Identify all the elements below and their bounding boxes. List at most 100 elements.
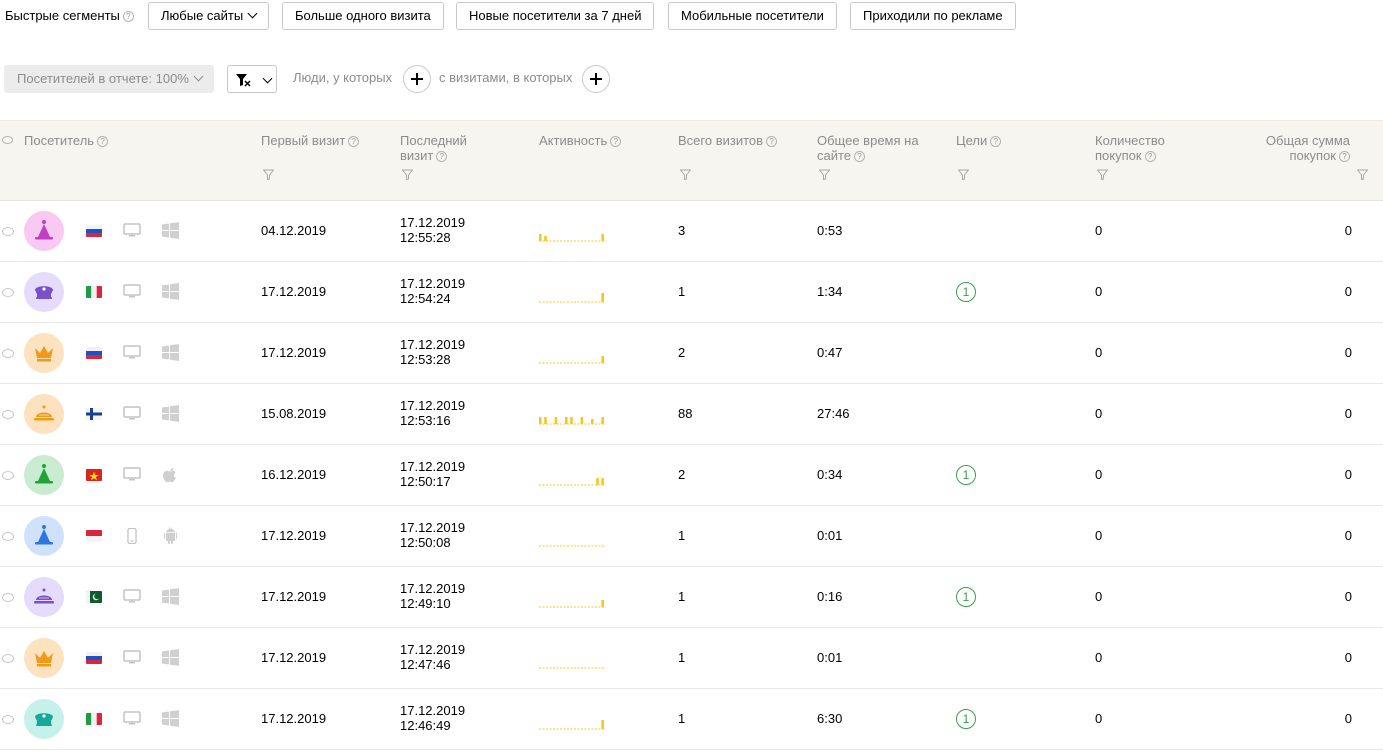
column-purchase-sum[interactable]: Общая сумма покупок?: [1266, 133, 1350, 163]
purchases-cell: 0: [1095, 345, 1103, 360]
avatar[interactable]: [24, 577, 64, 617]
avatar[interactable]: [24, 516, 64, 556]
avatar[interactable]: [24, 455, 64, 495]
purchases-cell: 0: [1095, 284, 1103, 299]
comment-icon[interactable]: [2, 288, 14, 297]
comment-icon[interactable]: [2, 654, 14, 663]
column-first-visit[interactable]: Первый визит?: [261, 133, 360, 148]
desktop-icon: [123, 284, 141, 302]
desktop-icon: [123, 406, 141, 424]
column-filter-icon[interactable]: [402, 169, 413, 180]
avatar[interactable]: [24, 394, 64, 434]
segment-more-than-one-visit-button[interactable]: Больше одного визита: [282, 2, 444, 30]
table-row[interactable]: 17.12.2019 17.12.2019 12:54:24 1 1:34 1 0…: [0, 262, 1383, 323]
column-goals[interactable]: Цели?: [956, 133, 1002, 148]
table-row[interactable]: 17.12.2019 17.12.2019 12:50:08 1 0:01 0 0: [0, 506, 1383, 567]
segment-ad-visitors-button[interactable]: Приходили по рекламе: [850, 2, 1016, 30]
filter-type-dropdown[interactable]: [227, 65, 277, 93]
total-visits-cell: 2: [678, 467, 686, 482]
help-icon[interactable]: ?: [348, 136, 360, 148]
segment-any-sites-dropdown[interactable]: Любые сайты: [148, 2, 270, 30]
comment-icon[interactable]: [2, 227, 14, 236]
help-icon[interactable]: ?: [1339, 151, 1350, 163]
total-visits-cell: 1: [678, 284, 686, 299]
column-last-visit[interactable]: Последний визит?: [400, 133, 467, 163]
windows-icon: [162, 344, 179, 364]
help-icon[interactable]: ?: [436, 151, 448, 163]
comment-icon[interactable]: [2, 410, 14, 419]
goals-badge[interactable]: 1: [956, 282, 976, 302]
goals-badge[interactable]: 1: [956, 465, 976, 485]
quick-segments-label: Быстрые сегменты?: [5, 8, 134, 23]
table-row[interactable]: 17.12.2019 17.12.2019 12:46:49 1 6:30 1 0…: [0, 689, 1383, 750]
column-filter-icon[interactable]: [263, 169, 274, 180]
last-visit-cell: 17.12.2019 12:50:08: [400, 520, 466, 550]
table-row[interactable]: 16.12.2019 17.12.2019 12:50:17 2 0:34 1 0…: [0, 445, 1383, 506]
column-total-visits[interactable]: Всего визитов?: [678, 133, 778, 148]
desktop-icon: [123, 467, 141, 485]
avatar[interactable]: [24, 333, 64, 373]
help-icon[interactable]: ?: [990, 136, 1002, 148]
purchases-cell: 0: [1095, 589, 1103, 604]
column-total-time[interactable]: Общее время на сайте?: [817, 133, 919, 163]
avatar[interactable]: [24, 272, 64, 312]
country-flag-icon: [86, 713, 102, 725]
avatar[interactable]: [24, 211, 64, 251]
help-icon[interactable]: ?: [854, 151, 866, 163]
table-row[interactable]: 17.12.2019 17.12.2019 12:53:28 2 0:47 0 0: [0, 323, 1383, 384]
total-visits-cell: 1: [678, 711, 686, 726]
last-visit-cell: 17.12.2019 12:53:16: [400, 398, 466, 428]
country-flag-icon: [86, 469, 102, 481]
desktop-icon: [123, 345, 141, 363]
comment-icon[interactable]: [2, 593, 14, 602]
column-filter-icon[interactable]: [958, 169, 969, 180]
last-visit-cell: 17.12.2019 12:54:24: [400, 276, 466, 306]
total-visits-cell: 3: [678, 223, 686, 238]
country-flag-icon: [86, 408, 102, 420]
goals-badge[interactable]: 1: [956, 709, 976, 729]
comment-icon[interactable]: [2, 471, 14, 480]
add-visit-condition-button[interactable]: [582, 65, 610, 93]
comment-icon[interactable]: [2, 532, 14, 541]
column-filter-icon[interactable]: [680, 169, 691, 180]
column-filter-icon[interactable]: [819, 169, 830, 180]
table-row[interactable]: 17.12.2019 17.12.2019 12:47:46 1 0:01 0 0: [0, 628, 1383, 689]
column-filter-icon[interactable]: [1357, 169, 1368, 180]
activity-sparkline: [538, 284, 608, 307]
help-icon[interactable]: ?: [766, 136, 778, 148]
column-purchases[interactable]: Количество покупок?: [1095, 133, 1165, 163]
comment-icon: [2, 136, 13, 144]
sampling-dropdown[interactable]: Посетителей в отчете: 100%: [4, 65, 214, 93]
column-activity[interactable]: Активность?: [539, 133, 622, 148]
activity-sparkline: [538, 711, 608, 734]
purchases-cell: 0: [1095, 711, 1103, 726]
segment-new-visitors-button[interactable]: Новые посетители за 7 дней: [456, 2, 655, 30]
segment-mobile-visitors-button[interactable]: Мобильные посетители: [668, 2, 837, 30]
goals-badge[interactable]: 1: [956, 587, 976, 607]
funnel-icon: [236, 74, 251, 87]
help-icon[interactable]: ?: [1144, 151, 1156, 163]
last-visit-cell: 17.12.2019 12:47:46: [400, 642, 466, 672]
table-row[interactable]: 04.12.2019 17.12.2019 12:55:28 3 0:53 0 0: [0, 201, 1383, 262]
column-visitor[interactable]: Посетитель?: [24, 133, 109, 148]
help-icon[interactable]: ?: [122, 11, 134, 23]
last-visit-cell: 17.12.2019 12:46:49: [400, 703, 466, 733]
apple-icon: [162, 466, 179, 486]
comment-icon[interactable]: [2, 349, 14, 358]
column-filter-icon[interactable]: [1097, 169, 1108, 180]
help-icon[interactable]: ?: [97, 136, 109, 148]
activity-sparkline: [538, 223, 608, 246]
table-row[interactable]: 15.08.2019 17.12.2019 12:53:16 88 27:46 0…: [0, 384, 1383, 445]
windows-icon: [162, 588, 179, 608]
table-row[interactable]: 17.12.2019 17.12.2019 12:49:10 1 0:16 1 0…: [0, 567, 1383, 628]
avatar[interactable]: [24, 699, 64, 739]
help-icon[interactable]: ?: [610, 136, 622, 148]
avatar[interactable]: [24, 638, 64, 678]
purchase-sum-cell: 0: [1344, 467, 1352, 482]
windows-icon: [162, 283, 179, 303]
total-visits-cell: 88: [678, 406, 693, 421]
comment-icon[interactable]: [2, 715, 14, 724]
purchases-cell: 0: [1095, 528, 1103, 543]
purchase-sum-cell: 0: [1344, 711, 1352, 726]
add-people-condition-button[interactable]: [403, 65, 431, 93]
